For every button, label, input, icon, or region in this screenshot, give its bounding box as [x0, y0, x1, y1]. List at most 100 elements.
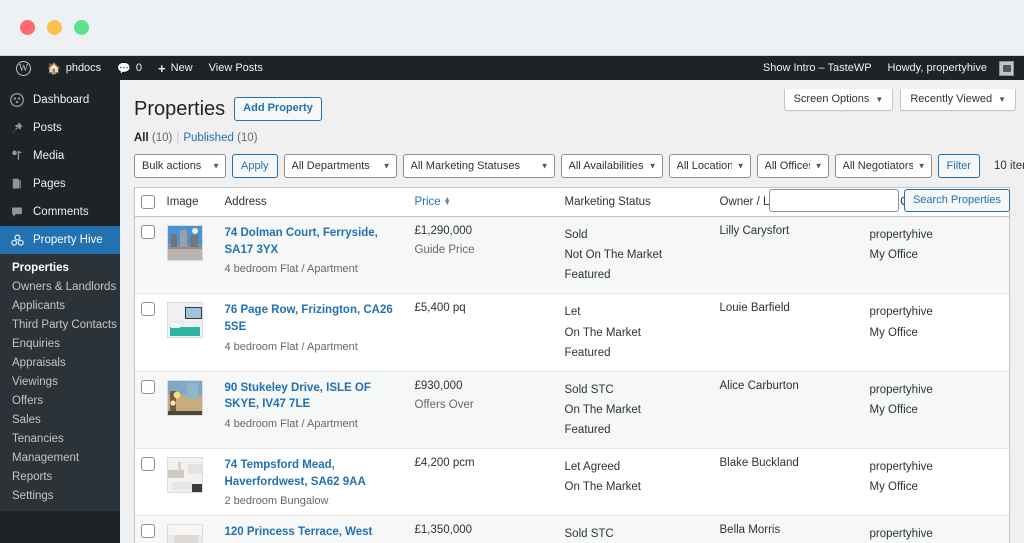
submenu-item-settings[interactable]: Settings [0, 486, 120, 505]
view-all-link[interactable]: All (10) [134, 132, 172, 144]
submenu-item-third-party-contacts[interactable]: Third Party Contacts [0, 315, 120, 334]
submenu-item-enquiries[interactable]: Enquiries [0, 334, 120, 353]
sidebar-item-label: Pages [33, 178, 66, 190]
view-posts-label: View Posts [208, 62, 263, 74]
search-input[interactable] [768, 189, 899, 212]
column-header-price[interactable]: Price ▲ ▼ [408, 187, 559, 217]
window-titlebar [0, 0, 1024, 56]
view-published-link[interactable]: Published (10) [183, 132, 257, 144]
property-price-qualifier: Offers Over [414, 398, 474, 411]
submenu-item-viewings[interactable]: Viewings [0, 372, 120, 391]
property-address-link[interactable]: 74 Tempsford Mead, Haverfordwest, SA62 9… [225, 457, 403, 490]
minimize-window-button[interactable] [47, 20, 62, 35]
submenu-item-owners-landlords[interactable]: Owners & Landlords [0, 277, 120, 296]
submenu-item-sales[interactable]: Sales [0, 410, 120, 429]
column-header-image: Image [160, 187, 219, 217]
submenu-item-applicants[interactable]: Applicants [0, 296, 120, 315]
row-neg-office-cell: propertyhive My Office [863, 371, 1010, 450]
comments-count: 0 [135, 62, 143, 74]
property-address-link[interactable]: 74 Dolman Court, Ferryside, SA17 3YX [225, 225, 403, 258]
views-separator: | [176, 132, 180, 144]
submenu-item-reports[interactable]: Reports [0, 467, 120, 486]
locations-select[interactable]: All Locations [668, 154, 751, 178]
sidebar-item-property-hive[interactable]: Property Hive [0, 226, 120, 254]
recently-viewed-button[interactable]: Recently Viewed ▼ [900, 89, 1016, 111]
table-row: 76 Page Row, Frizington, CA26 5SE 4 bedr… [134, 293, 1010, 372]
submenu-item-properties[interactable]: Properties [0, 258, 120, 277]
my-account-menu[interactable]: Howdy, propertyhive [880, 56, 1016, 80]
row-image-cell [160, 515, 219, 543]
traffic-lights [20, 20, 89, 35]
home-icon: 🏠 [47, 62, 61, 75]
submenu-item-appraisals[interactable]: Appraisals [0, 353, 120, 372]
close-window-button[interactable] [20, 20, 35, 35]
screen-options-button[interactable]: Screen Options ▼ [783, 89, 894, 111]
marketing-status-line: On The Market [564, 481, 642, 494]
availabilities-select[interactable]: All Availabilities [560, 154, 663, 178]
search-properties-button[interactable]: Search Properties [903, 189, 1010, 212]
row-select-checkbox[interactable] [141, 457, 155, 472]
table-row: 74 Tempsford Mead, Haverfordwest, SA62 9… [134, 448, 1010, 517]
row-select-checkbox[interactable] [141, 302, 155, 317]
property-address-link[interactable]: 76 Page Row, Frizington, CA26 5SE [225, 302, 403, 335]
wp-logo-menu[interactable]: W [8, 56, 39, 80]
sidebar-item-media[interactable]: Media [0, 142, 120, 170]
row-marketing-status-cell: Let On The Market Featured [558, 293, 714, 372]
sidebar-item-posts[interactable]: Posts [0, 114, 120, 142]
offices-select[interactable]: All Offices [756, 154, 829, 178]
row-select-checkbox[interactable] [141, 524, 155, 539]
row-select-checkbox[interactable] [141, 225, 155, 239]
new-content-menu[interactable]: + New [150, 56, 201, 80]
sidebar-item-comments[interactable]: Comments [0, 198, 120, 226]
select-all-checkbox[interactable] [141, 195, 155, 209]
table-row: 90 Stukeley Drive, ISLE OF SKYE, IV47 7L… [134, 371, 1010, 450]
marketing-status-line: Let [564, 306, 581, 319]
show-intro-link[interactable]: Show Intro – TasteWP [755, 56, 880, 80]
submenu-item-management[interactable]: Management [0, 448, 120, 467]
bulk-actions-select[interactable]: Bulk actions [134, 154, 226, 178]
site-name-menu[interactable]: 🏠 phdocs [39, 56, 109, 80]
property-address-link[interactable]: 120 Princess Terrace, West Drayton, UB8 … [225, 524, 403, 543]
view-posts-link[interactable]: View Posts [201, 56, 271, 80]
comments-icon [9, 205, 25, 219]
chevron-down-icon: ▼ [998, 94, 1006, 104]
dusk-street-thumbnail[interactable] [166, 379, 203, 416]
bulk-actions-select-wrap: Bulk actions ▼ [134, 154, 226, 178]
row-price-cell: £1,290,000 Guide Price [408, 216, 559, 295]
apply-bulk-action-button[interactable]: Apply [232, 154, 278, 178]
comments-menu[interactable]: 💬 0 [109, 56, 150, 80]
row-select-checkbox[interactable] [141, 379, 155, 394]
cityscape-thumbnail[interactable] [166, 225, 203, 261]
pages-icon [9, 177, 25, 191]
filter-button[interactable]: Filter [937, 154, 980, 178]
sidebar-item-pages[interactable]: Pages [0, 170, 120, 198]
departments-select[interactable]: All Departments [283, 154, 397, 178]
submenu-item-offers[interactable]: Offers [0, 391, 120, 410]
negotiator-name: propertyhive [869, 461, 933, 474]
sort-indicator-icon: ▲ ▼ [443, 196, 451, 207]
negotiators-select-wrap: All Negotiators ▼ [834, 154, 932, 178]
howdy-label: Howdy, propertyhive [887, 62, 987, 74]
add-property-button[interactable]: Add Property [234, 96, 322, 122]
wp-admin-bar: W 🏠 phdocs 💬 0 + New View Posts Show Int… [0, 56, 1024, 80]
property-price: £930,000 [414, 379, 463, 392]
bedroom-thumbnail[interactable] [166, 302, 203, 339]
screen-meta-links: Screen Options ▼ Recently Viewed ▼ [783, 80, 1016, 111]
availabilities-select-wrap: All Availabilities ▼ [560, 154, 663, 178]
property-address-link[interactable]: 90 Stukeley Drive, ISLE OF SKYE, IV47 7L… [225, 380, 403, 413]
row-address-cell: 120 Princess Terrace, West Drayton, UB8 … [218, 515, 409, 543]
search-properties-box: Search Properties [768, 189, 1010, 212]
maximize-window-button[interactable] [74, 20, 89, 35]
submenu-item-tenancies[interactable]: Tenancies [0, 429, 120, 448]
marketing-statuses-select[interactable]: All Marketing Statuses [402, 154, 555, 178]
property-bedrooms: 4 bedroom Flat / Apartment [224, 418, 358, 431]
site-name-label: phdocs [65, 62, 102, 74]
living-room-thumbnail[interactable] [166, 524, 203, 543]
sidebar-item-dashboard[interactable]: Dashboard [0, 86, 120, 114]
row-address-cell: 74 Tempsford Mead, Haverfordwest, SA62 9… [218, 448, 409, 517]
negotiator-name: propertyhive [869, 383, 933, 396]
negotiators-select[interactable]: All Negotiators [834, 154, 932, 178]
interior-light-thumbnail[interactable] [166, 457, 203, 494]
chevron-down-icon: ▼ [875, 94, 884, 104]
sort-by-price-link[interactable]: Price ▲ ▼ [415, 196, 451, 208]
